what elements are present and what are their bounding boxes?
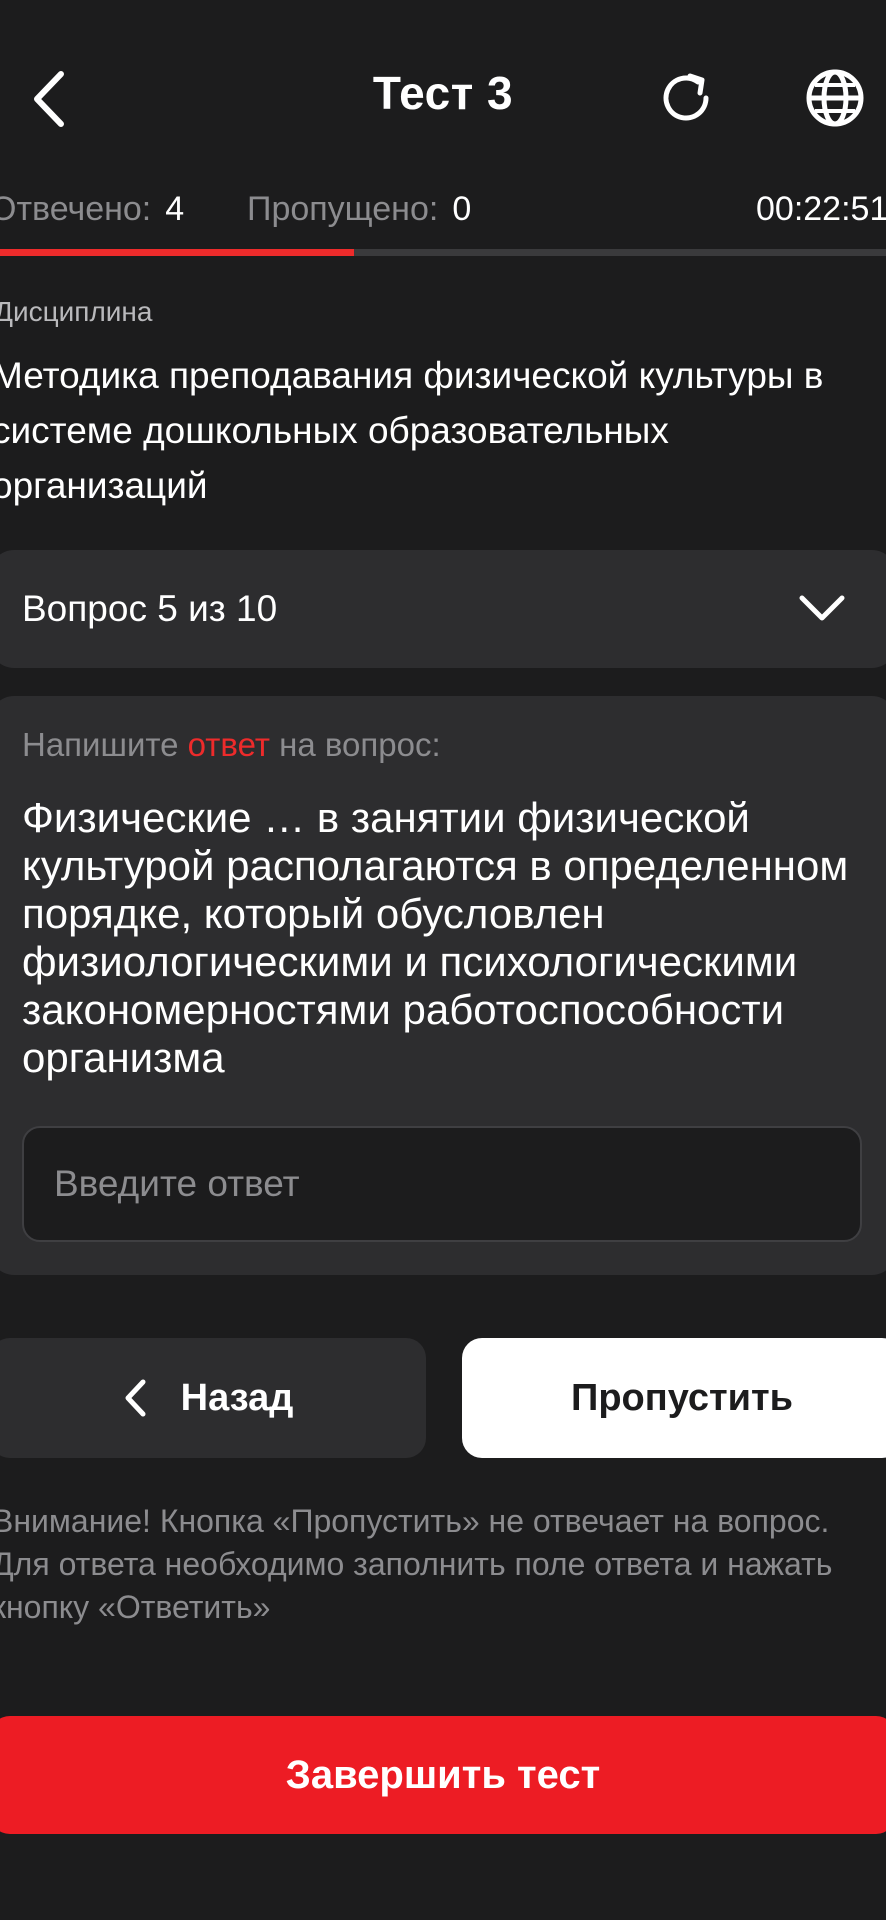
answer-input[interactable] bbox=[22, 1126, 862, 1242]
question-text: Физические … в занятии физической культу… bbox=[22, 794, 849, 1081]
finish-button-label: Завершить тест bbox=[285, 1752, 601, 1797]
instruction-text: Напишите bbox=[22, 726, 188, 763]
skip-button[interactable]: Пропустить bbox=[462, 1338, 886, 1458]
refresh-icon bbox=[663, 73, 709, 121]
skip-button-label: Пропустить bbox=[571, 1376, 793, 1419]
question-selector[interactable]: Вопрос 5 из 10 bbox=[0, 550, 886, 668]
page-title: Тест 3 bbox=[372, 67, 514, 119]
discipline-name: Методика преподавания физической культур… bbox=[0, 355, 824, 506]
chevron-left-icon bbox=[125, 1379, 146, 1417]
skipped-label: Пропущено: bbox=[247, 190, 439, 228]
instruction-accent: ответ bbox=[187, 726, 270, 763]
globe-icon bbox=[806, 69, 864, 127]
chevron-down-icon bbox=[799, 595, 845, 621]
skipped-stat: Пропущено: 0 bbox=[247, 190, 471, 229]
instruction-text-end: на вопрос: bbox=[269, 726, 441, 763]
answered-stat: Отвечено: 4 bbox=[0, 190, 184, 229]
back-button-label: Назад bbox=[180, 1376, 294, 1419]
question-counter: Вопрос 5 из 10 bbox=[22, 588, 278, 629]
answered-value: 4 bbox=[165, 190, 185, 228]
language-button[interactable] bbox=[797, 60, 873, 136]
refresh-button[interactable] bbox=[650, 62, 722, 134]
progress-fill bbox=[0, 249, 355, 256]
answered-label: Отвечено: bbox=[0, 190, 152, 228]
question-instruction: Напишите ответ на вопрос: bbox=[22, 726, 441, 764]
progress-bar bbox=[0, 249, 886, 256]
finish-test-button[interactable]: Завершить тест bbox=[0, 1716, 886, 1834]
skipped-value: 0 bbox=[452, 190, 472, 228]
skip-warning: Внимание! Кнопка «Пропустить» не отвечае… bbox=[0, 1503, 833, 1625]
timer: 00:22:51 bbox=[756, 190, 886, 228]
discipline-label: Дисциплина bbox=[0, 296, 153, 327]
question-card: Напишите ответ на вопрос: Физические … в… bbox=[0, 696, 886, 1275]
back-button[interactable]: Назад bbox=[0, 1338, 426, 1458]
